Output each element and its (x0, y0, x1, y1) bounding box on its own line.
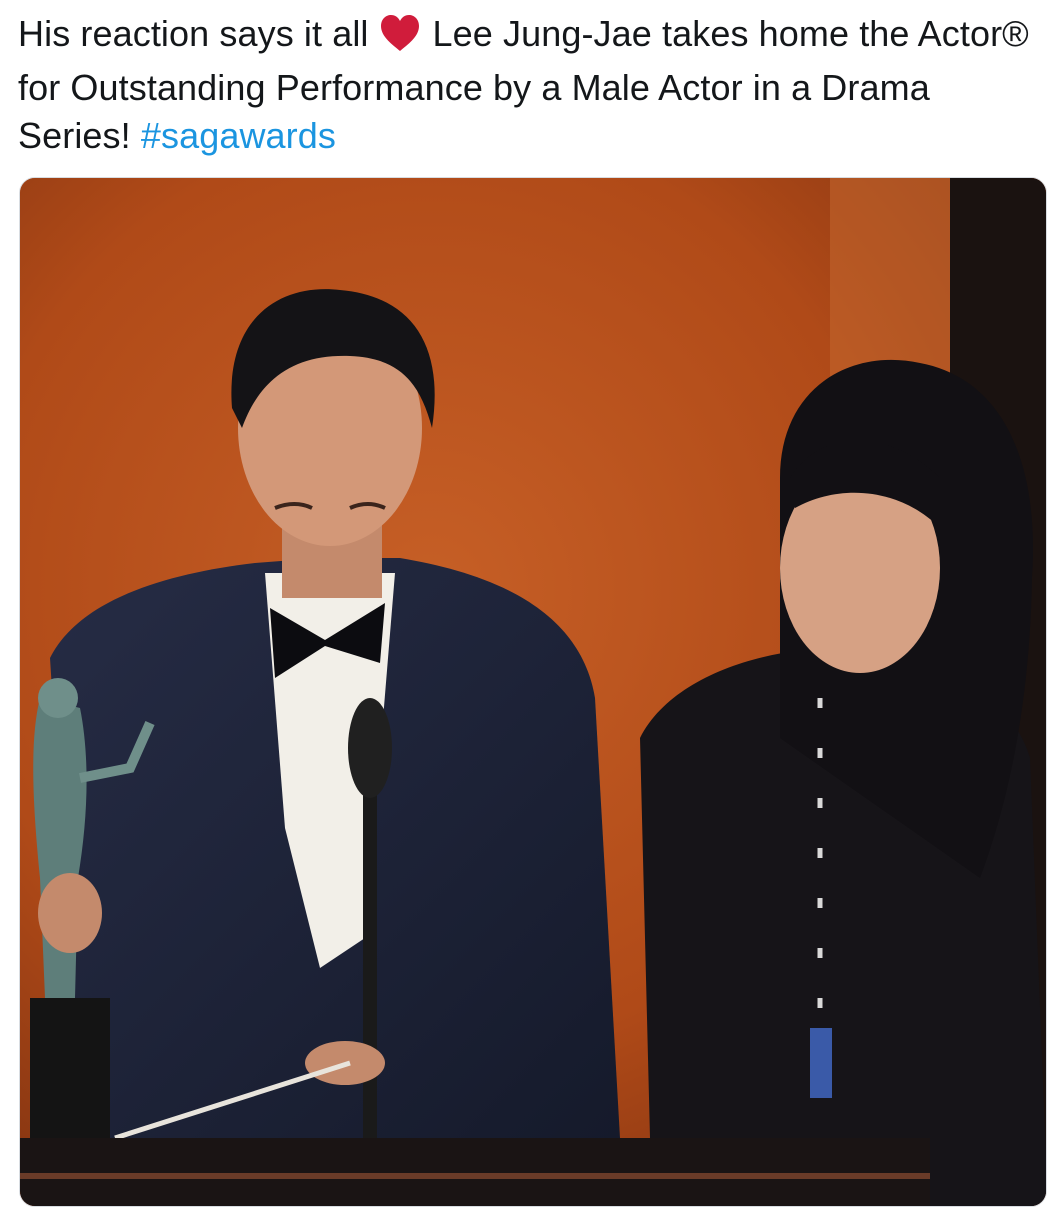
heart-icon (379, 14, 421, 64)
tweet-text-intro: His reaction says it all (18, 13, 369, 54)
video-frame (20, 178, 1046, 1206)
tweet-text: His reaction says it all Lee Jung-Jae tak… (18, 10, 1038, 160)
hashtag-link[interactable]: #sagawards (141, 115, 336, 156)
tweet-media-video[interactable] (19, 177, 1047, 1207)
